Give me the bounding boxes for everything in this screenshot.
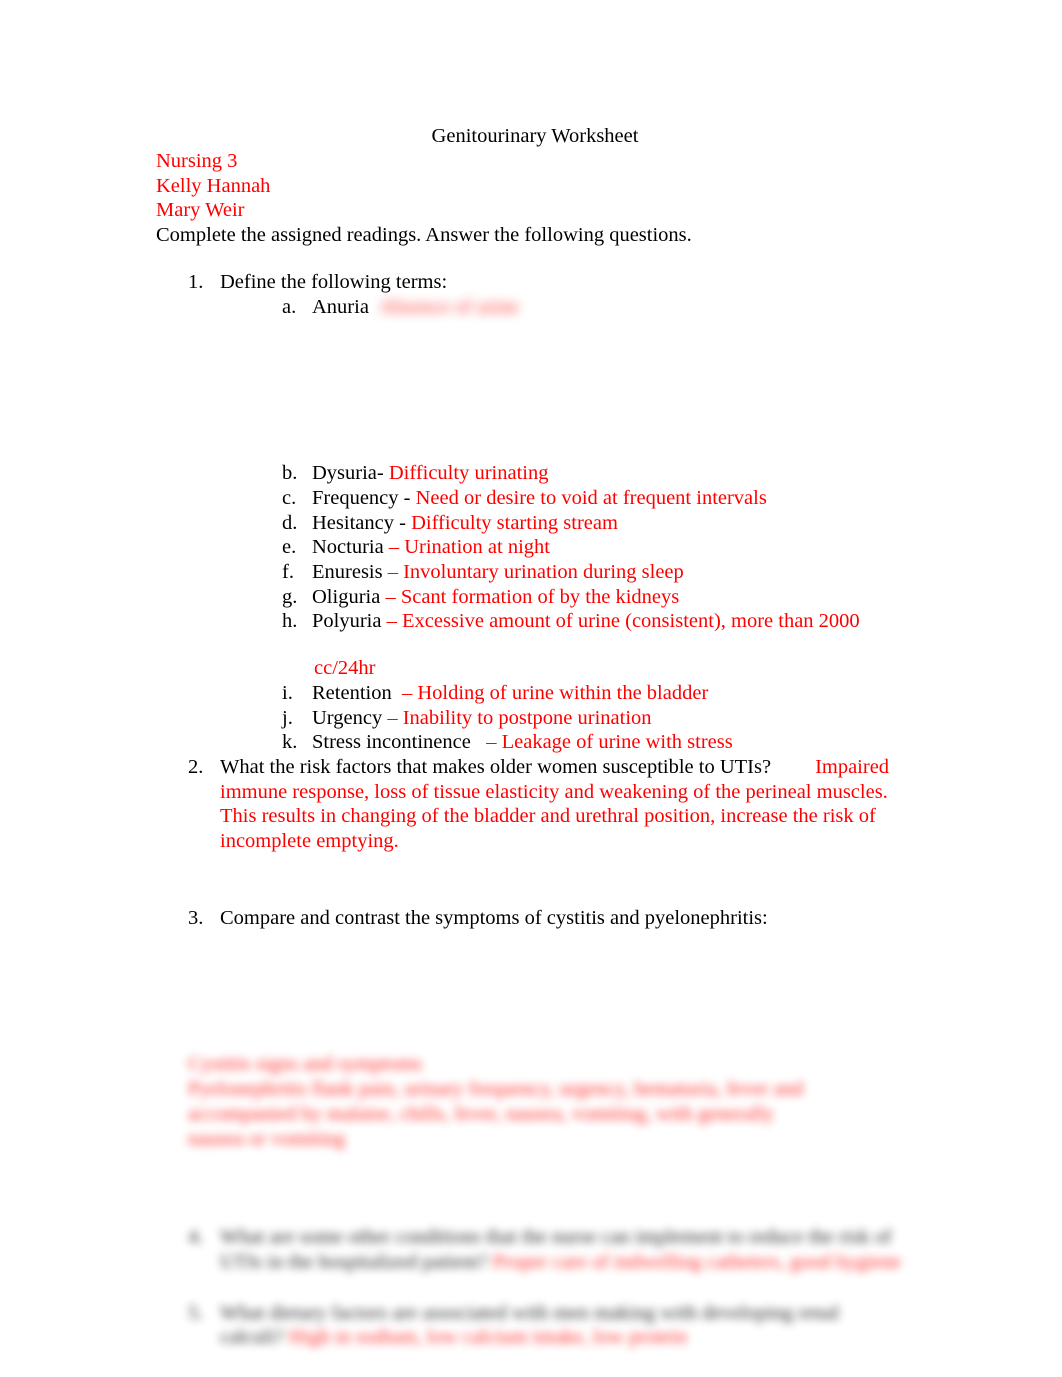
term-item-urgency: j. Urgency – Inability to postpone urina…	[250, 706, 908, 731]
instructions-text: Complete the assigned readings. Answer t…	[156, 224, 692, 247]
document-page: Genitourinary Worksheet Nursing 3 Kelly …	[0, 0, 1062, 1377]
question-3: 3. Compare and contrast the symptoms of …	[156, 906, 908, 1152]
term-item-nocturia: e. Nocturia – Urination at night	[250, 535, 908, 560]
term-marker-e: e.	[282, 536, 297, 559]
author-name-1: Kelly Hannah	[156, 174, 271, 197]
page-title: Genitourinary Worksheet	[431, 125, 639, 147]
question-3-marker: 3.	[188, 906, 204, 929]
question-3-answer: Cystitis signs and symptoms Pyelonephrit…	[188, 1052, 908, 1151]
term-marker-h: h.	[282, 610, 298, 633]
question-3-answer-line-2: Pyelonephritis flank pain, urinary frequ…	[188, 1078, 804, 1101]
question-1-marker: 1.	[188, 270, 204, 293]
question-4-answer-line-2: good hygiene	[789, 1250, 901, 1273]
term-label-dysuria: Dysuria	[312, 462, 377, 485]
term-definition-stress-incontinence: Leakage of urine with stress	[501, 731, 733, 754]
term-marker-c: c.	[282, 486, 297, 509]
course-name: Nursing 3	[156, 150, 238, 172]
question-4-prompt-line-1: What are some other conditions that the …	[220, 1226, 870, 1249]
question-2-marker: 2.	[188, 755, 204, 778]
question-4-answer-line-1: Proper care of indwelling catheters,	[492, 1250, 785, 1273]
term-label-enuresis: Enuresis	[312, 561, 383, 584]
term-definition-anuria: Absence of urine	[378, 295, 519, 318]
spacer-block	[156, 1151, 908, 1225]
question-3-answer-line-1: Cystitis signs and symptoms	[188, 1053, 423, 1076]
term-separator-d: -	[399, 511, 406, 534]
term-separator-g: –	[385, 585, 396, 608]
term-definition-polyuria: Excessive amount of urine (consistent), …	[401, 610, 860, 633]
term-definition-nocturia: Urination at night	[404, 536, 550, 559]
term-label-urgency: Urgency	[312, 706, 383, 729]
term-label-oliguria: Oliguria	[312, 585, 381, 608]
author-name-2: Mary Weir	[156, 199, 245, 222]
term-item-dysuria: b. Dysuria- Difficulty urinating	[250, 461, 908, 486]
term-marker-d: d.	[282, 511, 298, 534]
term-item-oliguria: g. Oliguria – Scant formation of by the …	[250, 585, 908, 610]
question-5-marker: 5.	[188, 1301, 204, 1324]
term-definition-oliguria: Scant formation of by the kidneys	[400, 585, 680, 608]
spacer-block	[250, 319, 908, 461]
term-label-retention: Retention	[312, 681, 392, 704]
term-item-polyuria: h. Polyuria – Excessive amount of urine …	[250, 609, 908, 680]
question-2: 2. What the risk factors that makes olde…	[156, 755, 908, 854]
term-definition-frequency: Need or desire to void at frequent inter…	[415, 486, 767, 509]
term-marker-i: i.	[282, 681, 293, 704]
spacer-block	[156, 1275, 908, 1301]
term-definition-retention: Holding of urine within the bladder	[417, 681, 709, 704]
question-5-prompt-line-1: What dietary factors are associated with…	[220, 1301, 840, 1324]
question-2-prompt: What the risk factors that makes older w…	[220, 755, 772, 778]
question-1-prompt: Define the following terms:	[220, 270, 448, 293]
term-separator-h: –	[386, 610, 397, 633]
term-label-hesitancy: Hesitancy	[312, 511, 394, 534]
question-3-prompt: Compare and contrast the symptoms of cys…	[220, 906, 768, 929]
term-separator-j: –	[387, 706, 398, 729]
term-item-frequency: c. Frequency - Need or desire to void at…	[250, 486, 908, 511]
spacer-block	[156, 854, 908, 906]
term-marker-b: b.	[282, 462, 298, 485]
term-label-stress-incontinence: Stress incontinence	[312, 731, 471, 754]
term-definition-polyuria-continued: cc/24hr	[314, 657, 376, 680]
term-marker-g: g.	[282, 585, 298, 608]
term-separator-i: –	[401, 681, 413, 704]
question-1: 1. Define the following terms: a. Anuria…	[156, 270, 908, 755]
term-definition-urgency: Inability to postpone urination	[402, 706, 652, 729]
term-definition-hesitancy: Difficulty starting stream	[411, 511, 618, 534]
question-5-answer: High in sodium, low calcium intake, low …	[288, 1326, 687, 1349]
question-4-marker: 4.	[188, 1226, 204, 1249]
term-label-nocturia: Nocturia	[312, 536, 384, 559]
term-label-polyuria: Polyuria	[312, 610, 382, 633]
term-item-anuria: a. Anuria Absence of urine	[250, 295, 908, 320]
term-separator-k: –	[486, 731, 497, 754]
question-list: 1. Define the following terms: a. Anuria…	[156, 270, 908, 1350]
term-marker-k: k.	[282, 731, 298, 754]
question-5: 5. What dietary factors are associated w…	[156, 1301, 908, 1350]
term-separator-b: -	[376, 462, 384, 485]
question-3-answer-line-4: nausea or vomiting	[188, 1127, 346, 1150]
term-definition-dysuria: Difficulty urinating	[388, 462, 549, 485]
term-item-hesitancy: d. Hesitancy - Difficulty starting strea…	[250, 511, 908, 536]
term-item-retention: i. Retention – Holding of urine within t…	[250, 681, 908, 706]
term-marker-f: f.	[282, 561, 294, 584]
term-definition-enuresis: Involuntary urination during sleep	[403, 561, 684, 584]
term-item-stress-incontinence: k. Stress incontinence – Leakage of urin…	[250, 730, 908, 755]
question-5-prompt-line-2: calculi?	[220, 1326, 284, 1349]
term-marker-j: j.	[282, 706, 293, 729]
term-marker-a: a.	[282, 295, 297, 318]
term-label-anuria: Anuria	[312, 295, 369, 318]
terms-list: a. Anuria Absence of urine b. Dysuria- Di…	[250, 295, 908, 755]
question-3-answer-line-3: accompanied by malaise, chills, fever, n…	[188, 1102, 775, 1125]
term-item-enuresis: f. Enuresis – Involuntary urination duri…	[250, 560, 908, 585]
term-separator-e: –	[388, 536, 400, 559]
document-body: Genitourinary Worksheet Nursing 3 Kelly …	[156, 124, 908, 1350]
term-separator-f: –	[387, 561, 398, 584]
term-separator-c: -	[403, 486, 411, 509]
term-label-frequency: Frequency	[312, 486, 399, 509]
question-4: 4. What are some other conditions that t…	[156, 1225, 908, 1274]
